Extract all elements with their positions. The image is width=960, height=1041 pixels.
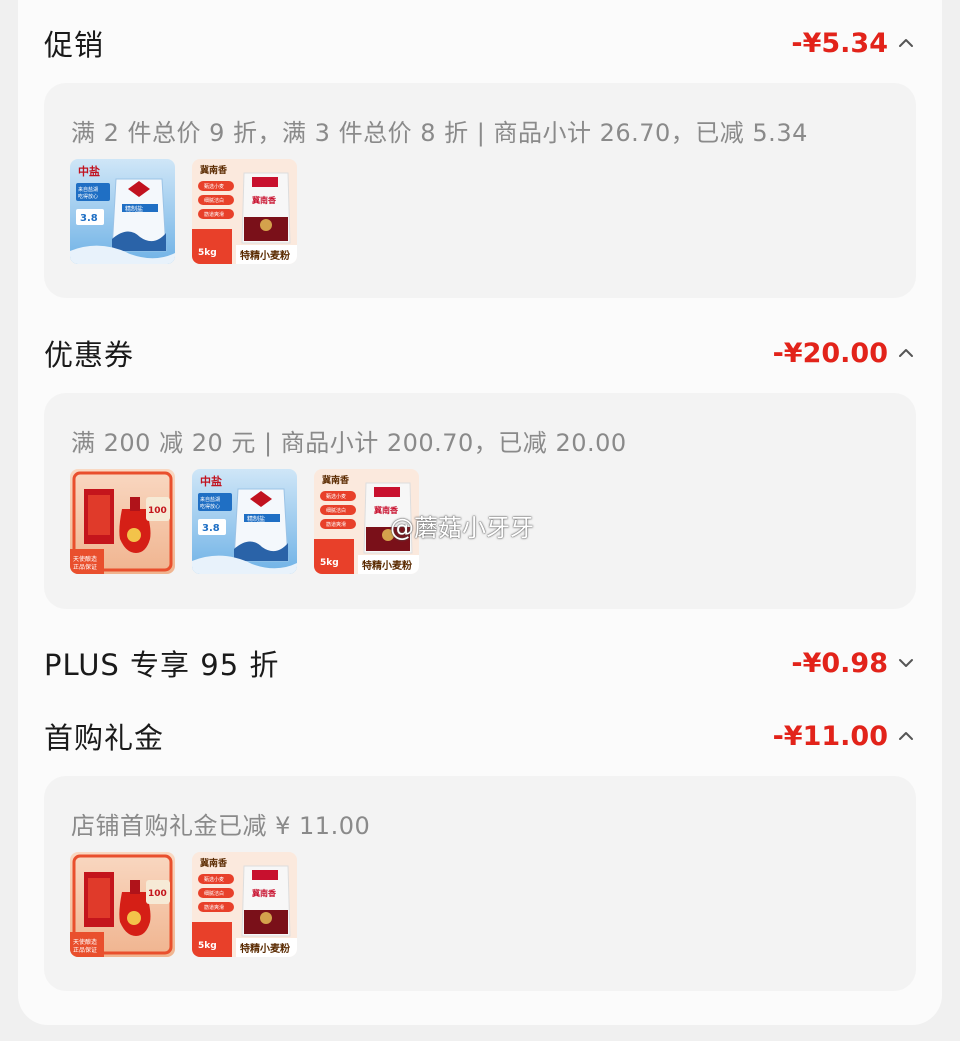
product-thumbnails: 中盐 来自盐湖 吃得放心 3.8 精制盐 冀南香 甄选小麦细腻洁白筋道爽滑 冀南… [70, 159, 297, 264]
section-toggle[interactable]: -¥11.00 [773, 721, 916, 752]
svg-text:筋道爽滑: 筋道爽滑 [204, 904, 224, 911]
svg-text:特精小麦粉: 特精小麦粉 [240, 942, 290, 955]
promotion-description: 满 2 件总价 9 折，满 3 件总价 8 折 | 商品小计 26.70，已减 … [71, 119, 808, 147]
svg-text:细腻洁白: 细腻洁白 [204, 890, 224, 897]
section-toggle[interactable]: -¥20.00 [773, 338, 916, 369]
discount-amount: -¥11.00 [772, 720, 888, 752]
svg-text:3.8: 3.8 [202, 523, 220, 534]
svg-text:正品保证: 正品保证 [73, 946, 97, 954]
first-purchase-detail-panel: 店铺首购礼金已减 ¥ 11.00 100 天使酿造 正品保证 冀南香 甄选小麦细… [44, 776, 916, 991]
svg-text:冀南香: 冀南香 [200, 164, 228, 176]
svg-text:吃得放心: 吃得放心 [200, 503, 220, 510]
product-thumb-flour[interactable]: 冀南香 甄选小麦细腻洁白筋道爽滑 冀南香 5kg 特精小麦粉 [192, 852, 297, 957]
section-title: PLUS 专享 95 折 [44, 648, 280, 682]
product-thumb-flour[interactable]: 冀南香 甄选小麦细腻洁白筋道爽滑 冀南香 5kg 特精小麦粉 [192, 159, 297, 264]
discount-amount: -¥5.34 [791, 27, 888, 59]
svg-text:来自盐湖: 来自盐湖 [200, 496, 220, 503]
svg-text:细腻洁白: 细腻洁白 [326, 507, 346, 514]
product-thumb-liquor[interactable]: 100 天使酿造 正品保证 [70, 469, 175, 574]
section-title: 促销 [44, 28, 105, 62]
section-coupon-header[interactable]: 优惠券 -¥20.00 [44, 329, 916, 377]
section-plus-header[interactable]: PLUS 专享 95 折 -¥0.98 [44, 639, 916, 687]
svg-text:中盐: 中盐 [78, 164, 100, 178]
svg-text:冀南香: 冀南香 [252, 195, 277, 205]
product-thumbnails: 100 天使酿造 正品保证 冀南香 甄选小麦细腻洁白筋道爽滑 冀南香 5kg 特… [70, 852, 297, 957]
svg-text:冀南香: 冀南香 [252, 888, 277, 898]
coupon-detail-panel: 满 200 减 20 元 | 商品小计 200.70，已减 20.00 100 … [44, 393, 916, 609]
chevron-up-icon[interactable] [896, 33, 916, 53]
svg-text:来自盐湖: 来自盐湖 [78, 186, 98, 193]
chevron-up-icon[interactable] [896, 343, 916, 363]
svg-text:3.8: 3.8 [80, 213, 98, 224]
watermark: @蘑菇小牙牙 [390, 514, 534, 542]
svg-text:5kg: 5kg [198, 248, 217, 258]
product-thumb-rice[interactable]: 中盐 来自盐湖 吃得放心 3.8 精制盐 [192, 469, 297, 574]
svg-text:100: 100 [148, 889, 167, 899]
section-toggle[interactable]: -¥0.98 [791, 648, 916, 679]
product-thumbnails: 100 天使酿造 正品保证 中盐 来自盐湖 吃得放心 3.8 精制盐 冀南香 甄… [70, 469, 419, 574]
svg-text:筋道爽滑: 筋道爽滑 [326, 521, 346, 528]
discount-amount: -¥20.00 [772, 337, 888, 369]
section-toggle[interactable]: -¥5.34 [791, 28, 916, 59]
promotion-detail-panel: 满 2 件总价 9 折，满 3 件总价 8 折 | 商品小计 26.70，已减 … [44, 83, 916, 298]
section-first-purchase-header[interactable]: 首购礼金 -¥11.00 [44, 712, 916, 760]
svg-text:特精小麦粉: 特精小麦粉 [362, 559, 412, 572]
svg-text:吃得放心: 吃得放心 [78, 193, 98, 200]
svg-text:5kg: 5kg [320, 558, 339, 568]
svg-text:细腻洁白: 细腻洁白 [204, 197, 224, 204]
coupon-description: 满 200 减 20 元 | 商品小计 200.70，已减 20.00 [71, 429, 627, 457]
svg-text:冀南香: 冀南香 [322, 474, 350, 486]
product-thumb-rice[interactable]: 中盐 来自盐湖 吃得放心 3.8 精制盐 [70, 159, 175, 264]
svg-text:正品保证: 正品保证 [73, 563, 97, 571]
svg-text:天使酿造: 天使酿造 [73, 938, 97, 946]
product-thumb-liquor[interactable]: 100 天使酿造 正品保证 [70, 852, 175, 957]
svg-text:筋道爽滑: 筋道爽滑 [204, 211, 224, 218]
svg-text:中盐: 中盐 [200, 474, 222, 488]
svg-text:甄选小麦: 甄选小麦 [204, 876, 224, 883]
svg-text:甄选小麦: 甄选小麦 [204, 183, 224, 190]
chevron-up-icon[interactable] [896, 726, 916, 746]
discount-amount: -¥0.98 [791, 647, 888, 679]
svg-text:精制盐: 精制盐 [247, 515, 265, 523]
section-title: 优惠券 [44, 338, 135, 372]
svg-text:5kg: 5kg [198, 941, 217, 951]
svg-text:冀南香: 冀南香 [200, 857, 228, 869]
svg-text:甄选小麦: 甄选小麦 [326, 493, 346, 500]
svg-text:特精小麦粉: 特精小麦粉 [240, 249, 290, 262]
section-title: 首购礼金 [44, 721, 165, 755]
first-purchase-description: 店铺首购礼金已减 ¥ 11.00 [71, 812, 371, 840]
svg-text:精制盐: 精制盐 [125, 205, 143, 213]
section-promotion-header[interactable]: 促销 -¥5.34 [44, 19, 916, 67]
svg-text:天使酿造: 天使酿造 [73, 555, 97, 563]
svg-text:100: 100 [148, 506, 167, 516]
chevron-down-icon[interactable] [896, 653, 916, 673]
